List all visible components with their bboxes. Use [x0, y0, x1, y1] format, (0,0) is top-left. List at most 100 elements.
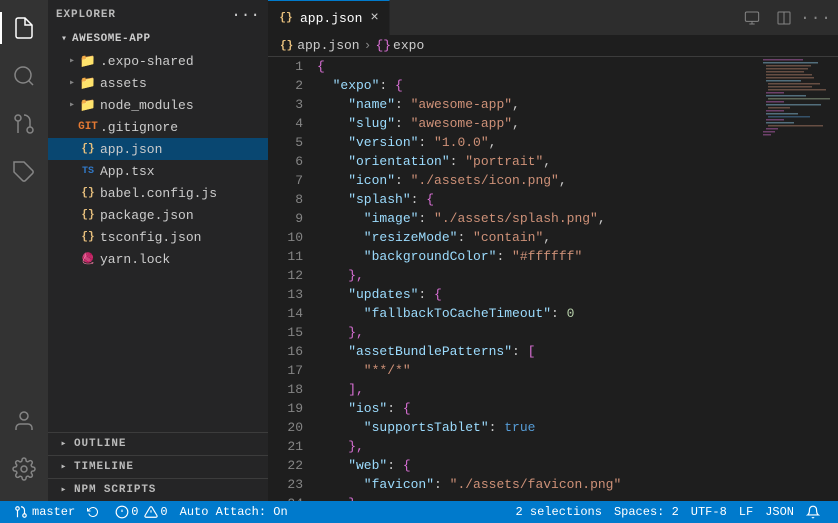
auto-attach-label: Auto Attach: On [180, 505, 288, 519]
json-icon: {} [80, 207, 96, 223]
chevron-right-icon: ▸ [56, 482, 72, 498]
code-content[interactable]: { "expo": { "name": "awesome-app", "slug… [313, 57, 748, 501]
line-ending-label: LF [739, 505, 753, 519]
line-number: 3 [268, 95, 303, 114]
code-line: "expo": { [317, 76, 748, 95]
tab-actions: ··· [730, 0, 838, 35]
sidebar-item-gitignore[interactable]: GIT .gitignore [48, 116, 268, 138]
git-icon: GIT [80, 119, 96, 135]
breadcrumb-section: {}expo [375, 38, 424, 53]
language-label: JSON [765, 505, 794, 519]
selections-status[interactable]: 2 selections [510, 501, 608, 523]
tab-app-json[interactable]: {} app.json × [268, 0, 390, 35]
line-number: 13 [268, 285, 303, 304]
line-number: 19 [268, 399, 303, 418]
line-number: 23 [268, 475, 303, 494]
sidebar-label-tsconfig-json: tsconfig.json [100, 230, 201, 245]
sidebar-item-assets[interactable]: ▸ 📁 assets [48, 72, 268, 94]
sidebar-more-icon[interactable]: ··· [231, 6, 260, 24]
code-line: }, [317, 437, 748, 456]
code-line: "supportsTablet": true [317, 418, 748, 437]
language-status[interactable]: JSON [759, 501, 800, 523]
close-tab-button[interactable]: × [370, 11, 378, 25]
auto-attach-status[interactable]: Auto Attach: On [174, 501, 294, 523]
sidebar-item-node-modules[interactable]: ▸ 📁 node_modules [48, 94, 268, 116]
sidebar-item-package-json[interactable]: {} package.json [48, 204, 268, 226]
sidebar-item-babel-config[interactable]: {} babel.config.js [48, 182, 268, 204]
line-number: 5 [268, 133, 303, 152]
timeline-label: TIMELINE [74, 461, 134, 473]
encoding-status[interactable]: UTF-8 [685, 501, 733, 523]
errors-status[interactable]: 0 0 [109, 501, 173, 523]
more-actions-button[interactable]: ··· [802, 4, 830, 32]
line-ending-status[interactable]: LF [733, 501, 759, 523]
chevron-right-icon: ▸ [56, 459, 72, 475]
json-icon: {} [80, 141, 96, 157]
scrollbar-track[interactable] [748, 57, 758, 501]
status-bar: master 0 0 Auto Attach: On [0, 501, 838, 523]
chevron-right-icon: ▸ [64, 75, 80, 91]
editor-area: {} app.json × [268, 0, 838, 501]
code-line: { [317, 57, 748, 76]
selections-label: 2 selections [516, 505, 602, 519]
spaces-status[interactable]: Spaces: 2 [608, 501, 685, 523]
npm-scripts-panel-header[interactable]: ▸ NPM SCRIPTS [48, 479, 268, 501]
sidebar-label-package-json: package.json [100, 208, 194, 223]
line-number: 17 [268, 361, 303, 380]
line-number: 12 [268, 266, 303, 285]
code-line: "orientation": "portrait", [317, 152, 748, 171]
sidebar-label-babel-config: babel.config.js [100, 186, 217, 201]
code-line: "resizeMode": "contain", [317, 228, 748, 247]
code-line: ], [317, 380, 748, 399]
line-number: 16 [268, 342, 303, 361]
code-line: }, [317, 266, 748, 285]
breadcrumb-file[interactable]: app.json [297, 38, 359, 53]
line-number: 10 [268, 228, 303, 247]
breadcrumb-icon: {} [280, 40, 293, 52]
js-icon: {} [80, 185, 96, 201]
sidebar-label-assets: assets [100, 76, 147, 91]
account-activity-icon[interactable] [0, 397, 48, 445]
search-activity-icon[interactable] [0, 52, 48, 100]
sidebar-item-app-tsx[interactable]: TS App.tsx [48, 160, 268, 182]
json-tab-icon: {} [278, 10, 294, 26]
code-line: "slug": "awesome-app", [317, 114, 748, 133]
minimap [758, 57, 838, 501]
npm-scripts-label: NPM SCRIPTS [74, 484, 156, 496]
line-numbers: 1234567891011121314151617181920212223242… [268, 57, 313, 501]
breadcrumb: {} app.json › {}expo [268, 35, 838, 57]
timeline-panel-header[interactable]: ▸ TIMELINE [48, 456, 268, 478]
code-line: }, [317, 323, 748, 342]
tab-bar: {} app.json × [268, 0, 838, 35]
folder-icon: 📁 [80, 75, 96, 91]
sidebar-item-expo-shared[interactable]: ▸ 📁 .expo-shared [48, 50, 268, 72]
git-branch-status[interactable]: master [8, 501, 81, 523]
sidebar-item-app-json[interactable]: {} app.json [48, 138, 268, 160]
line-number: 24 [268, 494, 303, 501]
sync-status[interactable] [81, 501, 109, 523]
sidebar-item-yarn-lock[interactable]: 🧶 yarn.lock [48, 248, 268, 270]
extensions-activity-icon[interactable] [0, 148, 48, 196]
remote-explorer-button[interactable] [738, 4, 766, 32]
tree-item-root[interactable]: ▾ AWESOME-APP [48, 28, 268, 50]
notifications-status[interactable] [800, 501, 830, 523]
settings-activity-icon[interactable] [0, 445, 48, 493]
code-line: } [317, 494, 748, 501]
line-number: 20 [268, 418, 303, 437]
explorer-activity-icon[interactable] [0, 4, 48, 52]
sidebar-label-yarn-lock: yarn.lock [100, 252, 170, 267]
folder-icon: 📁 [80, 97, 96, 113]
split-editor-button[interactable] [770, 4, 798, 32]
chevron-right-icon: ▸ [64, 97, 80, 113]
outline-panel: ▸ OUTLINE [48, 432, 268, 455]
code-line: "backgroundColor": "#ffffff" [317, 247, 748, 266]
outline-panel-header[interactable]: ▸ OUTLINE [48, 433, 268, 455]
sidebar-label-app-tsx: App.tsx [100, 164, 155, 179]
sidebar-item-tsconfig-json[interactable]: {} tsconfig.json [48, 226, 268, 248]
source-control-activity-icon[interactable] [0, 100, 48, 148]
yarn-icon: 🧶 [80, 251, 96, 267]
code-line: "**/*" [317, 361, 748, 380]
line-number: 2 [268, 76, 303, 95]
code-line: "splash": { [317, 190, 748, 209]
line-number: 9 [268, 209, 303, 228]
